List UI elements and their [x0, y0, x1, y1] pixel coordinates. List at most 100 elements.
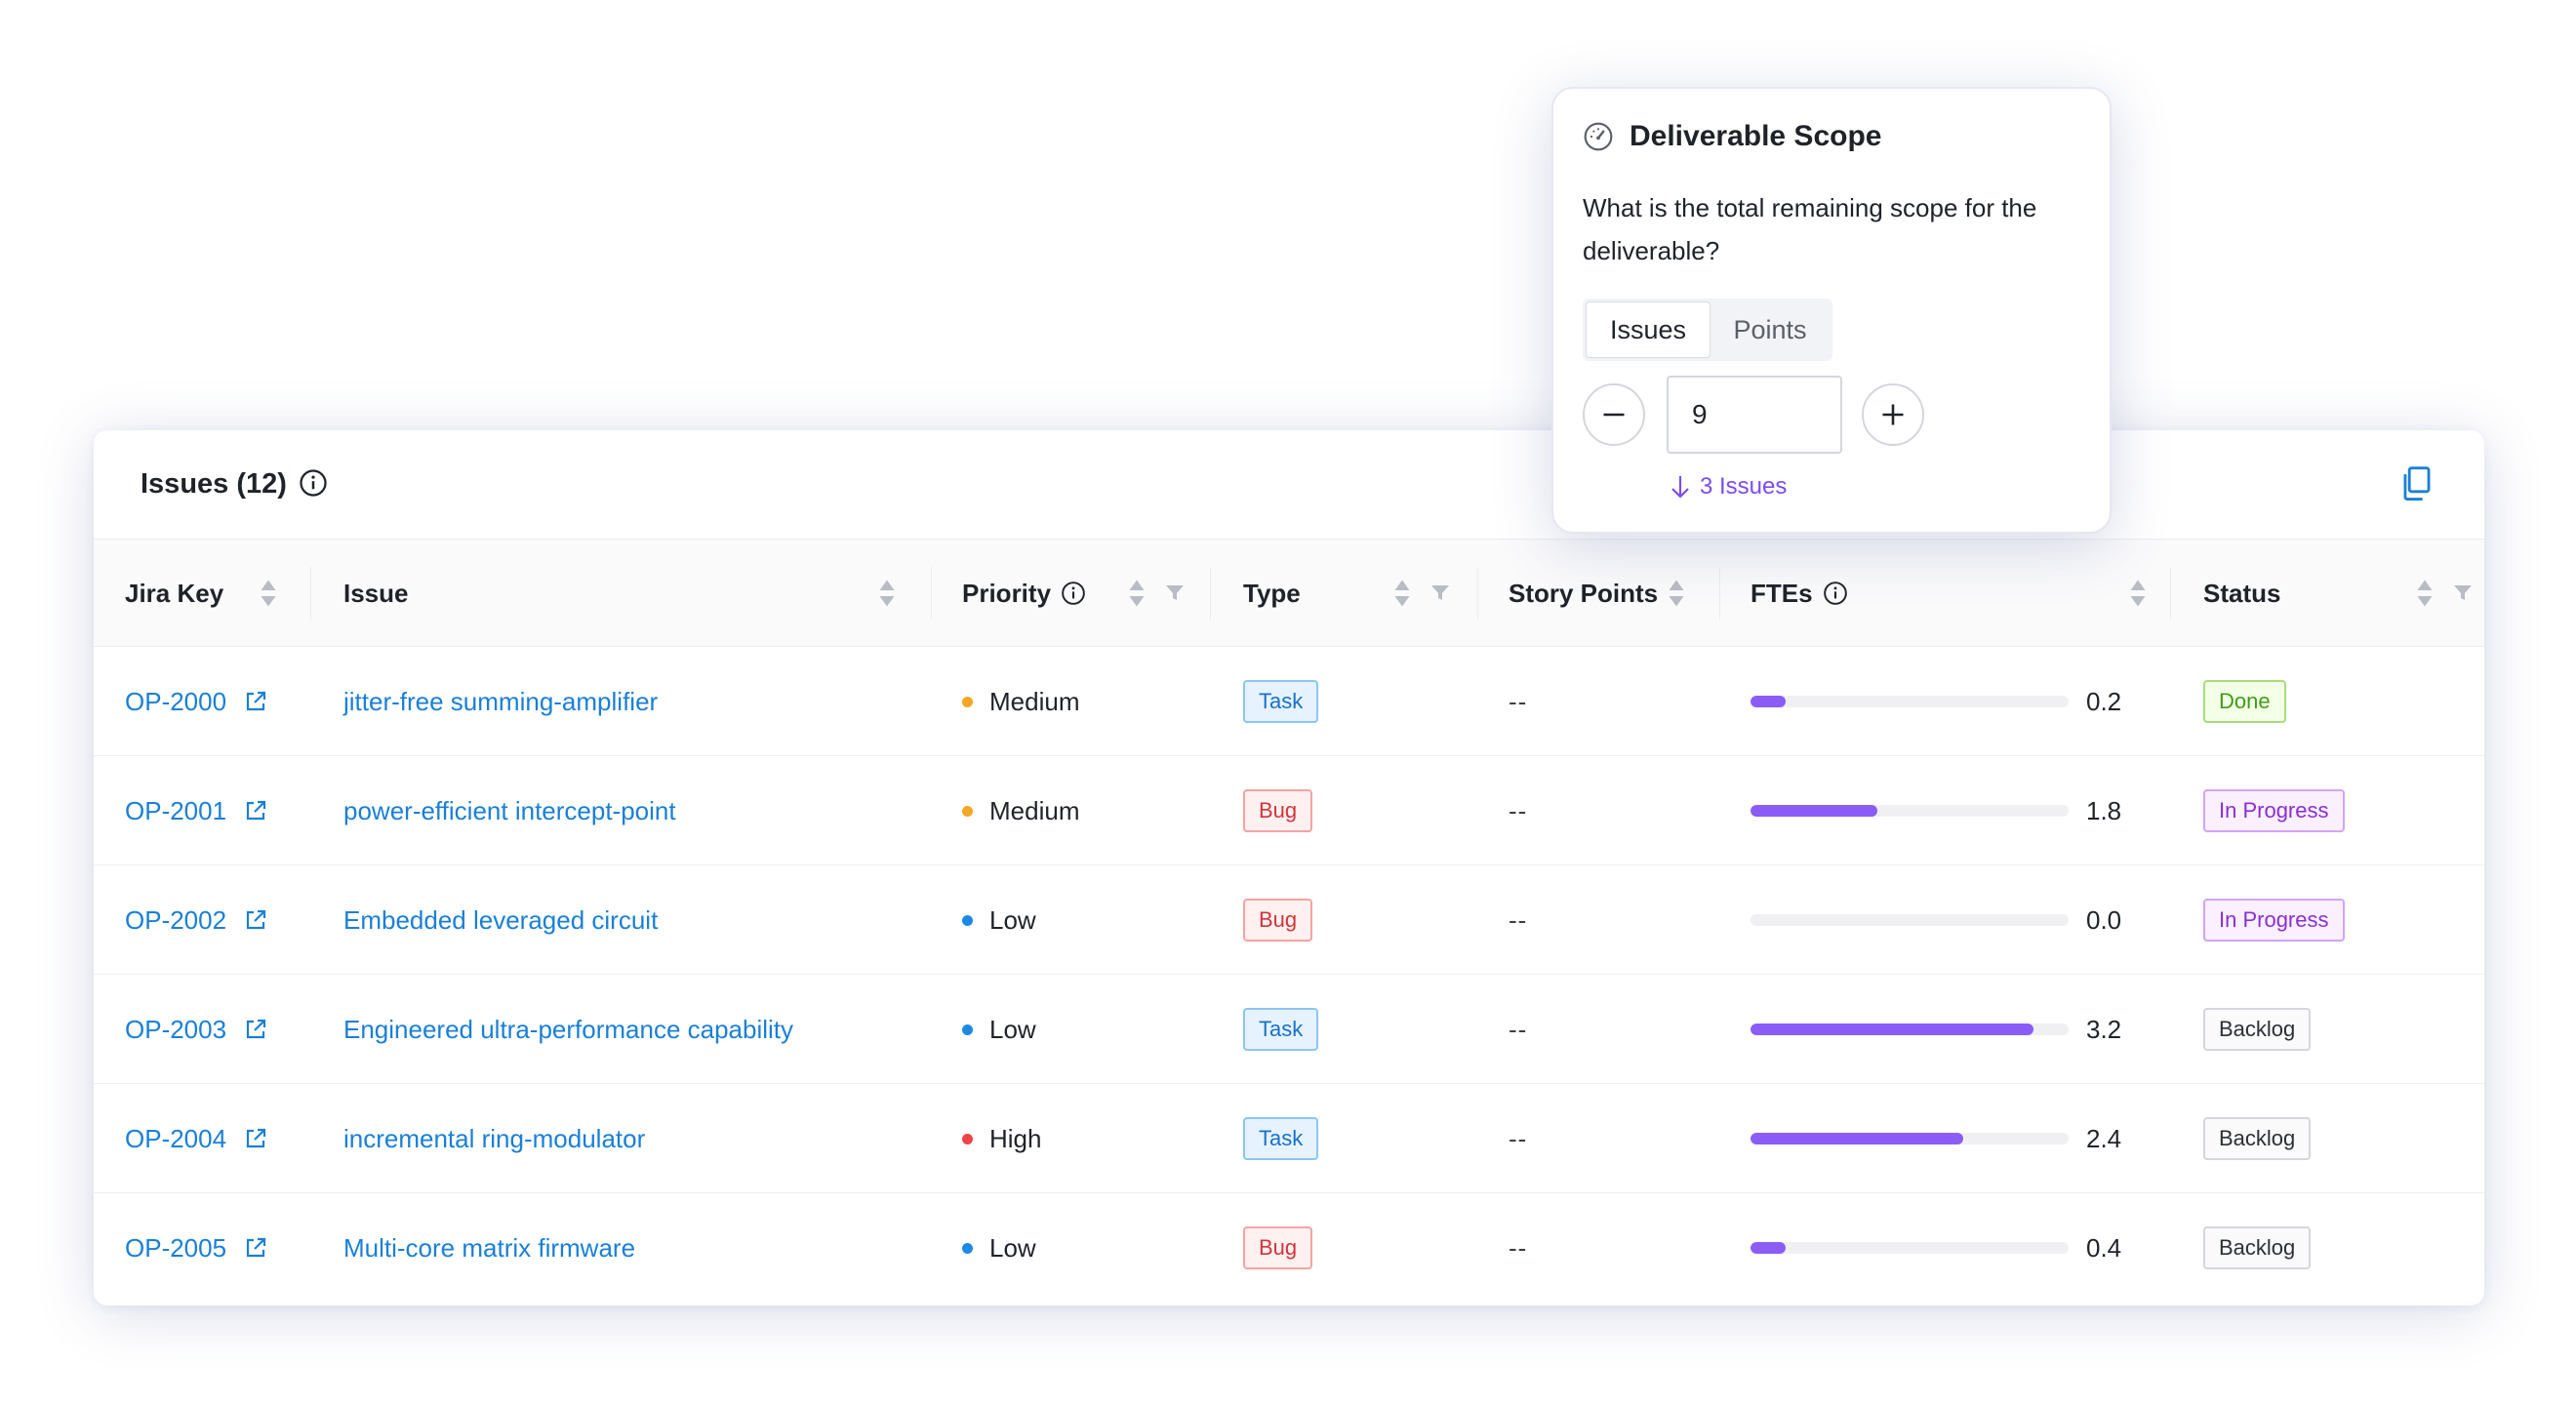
external-link-icon[interactable]: [244, 799, 267, 823]
jira-key-link[interactable]: OP-2002: [125, 905, 226, 936]
jira-key-cell: OP-2004: [125, 1084, 267, 1193]
th-type[interactable]: Type: [1243, 540, 1301, 647]
status-badge: In Progress: [2203, 899, 2345, 942]
story-points-value: --: [1509, 795, 1528, 825]
story-points-value: --: [1509, 904, 1528, 935]
info-icon[interactable]: [1823, 581, 1848, 606]
scope-value-input[interactable]: [1667, 376, 1842, 454]
decrement-button[interactable]: [1583, 383, 1645, 446]
priority-dot: [962, 696, 973, 707]
priority-label: Low: [989, 1232, 1036, 1263]
th-jira-key[interactable]: Jira Key: [125, 540, 223, 647]
tab-issues[interactable]: Issues: [1586, 301, 1711, 358]
status-cell: In Progress: [2203, 865, 2345, 975]
sort-icon[interactable]: [2129, 579, 2147, 608]
fte-value: 2.4: [2086, 1123, 2122, 1153]
tab-points[interactable]: Points: [1711, 301, 1830, 358]
minus-icon: [1603, 413, 1625, 417]
priority-cell: Low: [962, 865, 1036, 975]
type-tag: Task: [1243, 680, 1319, 723]
sort-icon[interactable]: [260, 579, 277, 608]
jira-key-cell: OP-2000: [125, 647, 267, 756]
type-tag: Bug: [1243, 899, 1313, 942]
popover-title: Deliverable Scope: [1630, 120, 1882, 152]
fte-progress-bar: [1751, 696, 2069, 707]
external-link-icon[interactable]: [244, 1018, 267, 1041]
copy-icon[interactable]: [2400, 465, 2434, 502]
priority-cell: Low: [962, 1193, 1036, 1303]
sort-icon[interactable]: [1668, 579, 1685, 608]
priority-dot: [962, 1024, 973, 1035]
story-points-value: --: [1509, 1014, 1528, 1044]
external-link-icon[interactable]: [244, 1127, 267, 1150]
jira-key-link[interactable]: OP-2000: [125, 687, 226, 717]
jira-key-link[interactable]: OP-2001: [125, 796, 226, 826]
info-icon[interactable]: [1061, 581, 1086, 606]
filter-icon[interactable]: [1165, 583, 1185, 603]
fte-progress-fill: [1751, 1133, 1964, 1144]
issue-link[interactable]: power-efficient intercept-point: [343, 796, 676, 826]
priority-dot: [962, 914, 973, 926]
type-cell: Task: [1243, 1084, 1319, 1193]
priority-dot: [962, 1242, 973, 1254]
priority-label: High: [989, 1123, 1042, 1153]
th-priority[interactable]: Priority: [962, 540, 1086, 647]
increment-button[interactable]: [1862, 383, 1924, 446]
status-cell: Done: [2203, 647, 2286, 756]
priority-label: Medium: [989, 686, 1080, 716]
fte-progress-bar: [1751, 805, 2069, 817]
fte-cell: 0.0: [1751, 865, 2121, 975]
sort-icon[interactable]: [1393, 579, 1411, 608]
priority-label: Low: [989, 904, 1036, 935]
external-link-icon[interactable]: [244, 690, 267, 713]
jira-key-link[interactable]: OP-2003: [125, 1015, 226, 1045]
info-icon[interactable]: [299, 468, 328, 498]
jira-key-link[interactable]: OP-2004: [125, 1124, 226, 1154]
external-link-icon[interactable]: [244, 1236, 267, 1260]
table-header: Jira Key Issue Priority Type Story Point…: [94, 540, 2484, 647]
th-story-points[interactable]: Story Points: [1509, 540, 1658, 647]
th-type-label: Type: [1243, 578, 1301, 608]
fte-cell: 0.2: [1751, 647, 2121, 756]
issue-link[interactable]: Multi-core matrix firmware: [343, 1233, 635, 1264]
th-story-points-label: Story Points: [1509, 578, 1659, 608]
story-points-cell: --: [1509, 865, 1527, 975]
popover-question: What is the total remaining scope for th…: [1583, 193, 2037, 265]
fte-value: 0.2: [2086, 686, 2122, 716]
filter-icon[interactable]: [1430, 583, 1450, 603]
issue-cell: Embedded leveraged circuit: [343, 865, 658, 975]
fte-cell: 1.8: [1751, 756, 2121, 865]
sort-icon[interactable]: [878, 579, 896, 608]
status-badge: Backlog: [2203, 1117, 2312, 1160]
th-ftes[interactable]: FTEs: [1751, 540, 1848, 647]
external-link-icon[interactable]: [244, 908, 267, 932]
jira-key-link[interactable]: OP-2005: [125, 1233, 226, 1264]
issue-cell: jitter-free summing-amplifier: [343, 647, 658, 756]
fte-progress-bar: [1751, 914, 2069, 926]
issue-link[interactable]: incremental ring-modulator: [343, 1124, 645, 1154]
scope-unit-toggle: Issues Points: [1583, 299, 1832, 361]
type-cell: Bug: [1243, 865, 1313, 975]
status-badge: In Progress: [2203, 789, 2345, 832]
story-points-cell: --: [1509, 647, 1527, 756]
fte-progress-fill: [1751, 1242, 1786, 1254]
th-issue[interactable]: Issue: [343, 540, 409, 647]
scope-hint-label: 3 Issues: [1700, 473, 1788, 500]
jira-key-cell: OP-2003: [125, 975, 267, 1084]
status-cell: In Progress: [2203, 756, 2345, 865]
story-points-cell: --: [1509, 1084, 1527, 1193]
sort-icon[interactable]: [2416, 579, 2434, 608]
scope-hint[interactable]: 3 Issues: [1669, 473, 1787, 501]
status-cell: Backlog: [2203, 1084, 2312, 1193]
story-points-cell: --: [1509, 1193, 1527, 1303]
story-points-value: --: [1509, 1232, 1528, 1263]
issue-link[interactable]: jitter-free summing-amplifier: [343, 687, 658, 717]
th-status[interactable]: Status: [2203, 540, 2280, 647]
th-jira-key-label: Jira Key: [125, 578, 224, 608]
fte-progress-bar: [1751, 1024, 2069, 1035]
issue-link[interactable]: Embedded leveraged circuit: [343, 905, 658, 936]
priority-cell: High: [962, 1084, 1041, 1193]
filter-icon[interactable]: [2453, 583, 2473, 603]
sort-icon[interactable]: [1128, 579, 1146, 608]
issue-link[interactable]: Engineered ultra-performance capability: [343, 1015, 793, 1045]
